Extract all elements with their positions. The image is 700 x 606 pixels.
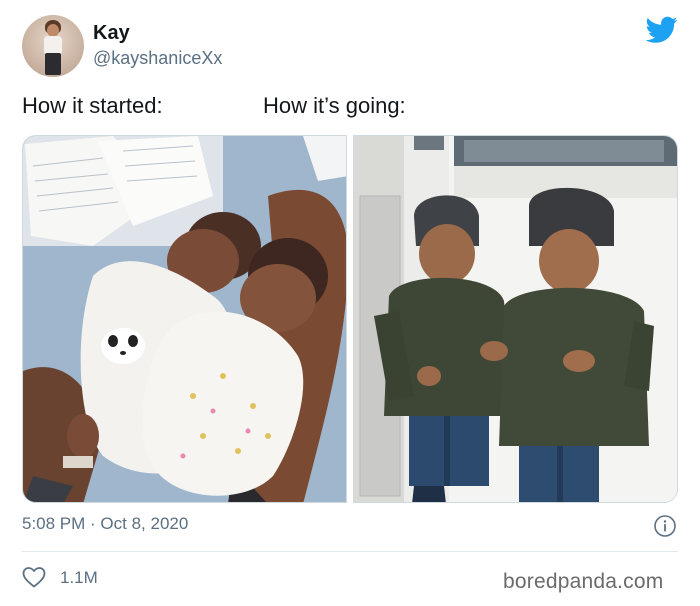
info-icon[interactable] xyxy=(653,514,677,538)
display-name[interactable]: Kay xyxy=(93,22,130,45)
tweet-card: Kay @kayshaniceXx How it started: How it… xyxy=(0,0,700,606)
caption-how-it-started: How it started: xyxy=(22,93,163,118)
caption-how-its-going: How it’s going: xyxy=(263,93,406,118)
tweet-timestamp[interactable]: 5:08 PM · Oct 8, 2020 xyxy=(22,514,188,534)
watermark: boredpanda.com xyxy=(503,570,664,593)
twitter-bird-icon[interactable] xyxy=(646,16,678,44)
photo-newborn-twins[interactable] xyxy=(22,135,347,503)
photo-toddler-twins[interactable] xyxy=(353,135,678,503)
like-count[interactable]: 1.1M xyxy=(60,568,98,588)
divider xyxy=(22,551,678,552)
avatar[interactable] xyxy=(22,15,84,77)
user-handle[interactable]: @kayshaniceXx xyxy=(93,48,222,69)
heart-icon[interactable] xyxy=(22,566,46,588)
